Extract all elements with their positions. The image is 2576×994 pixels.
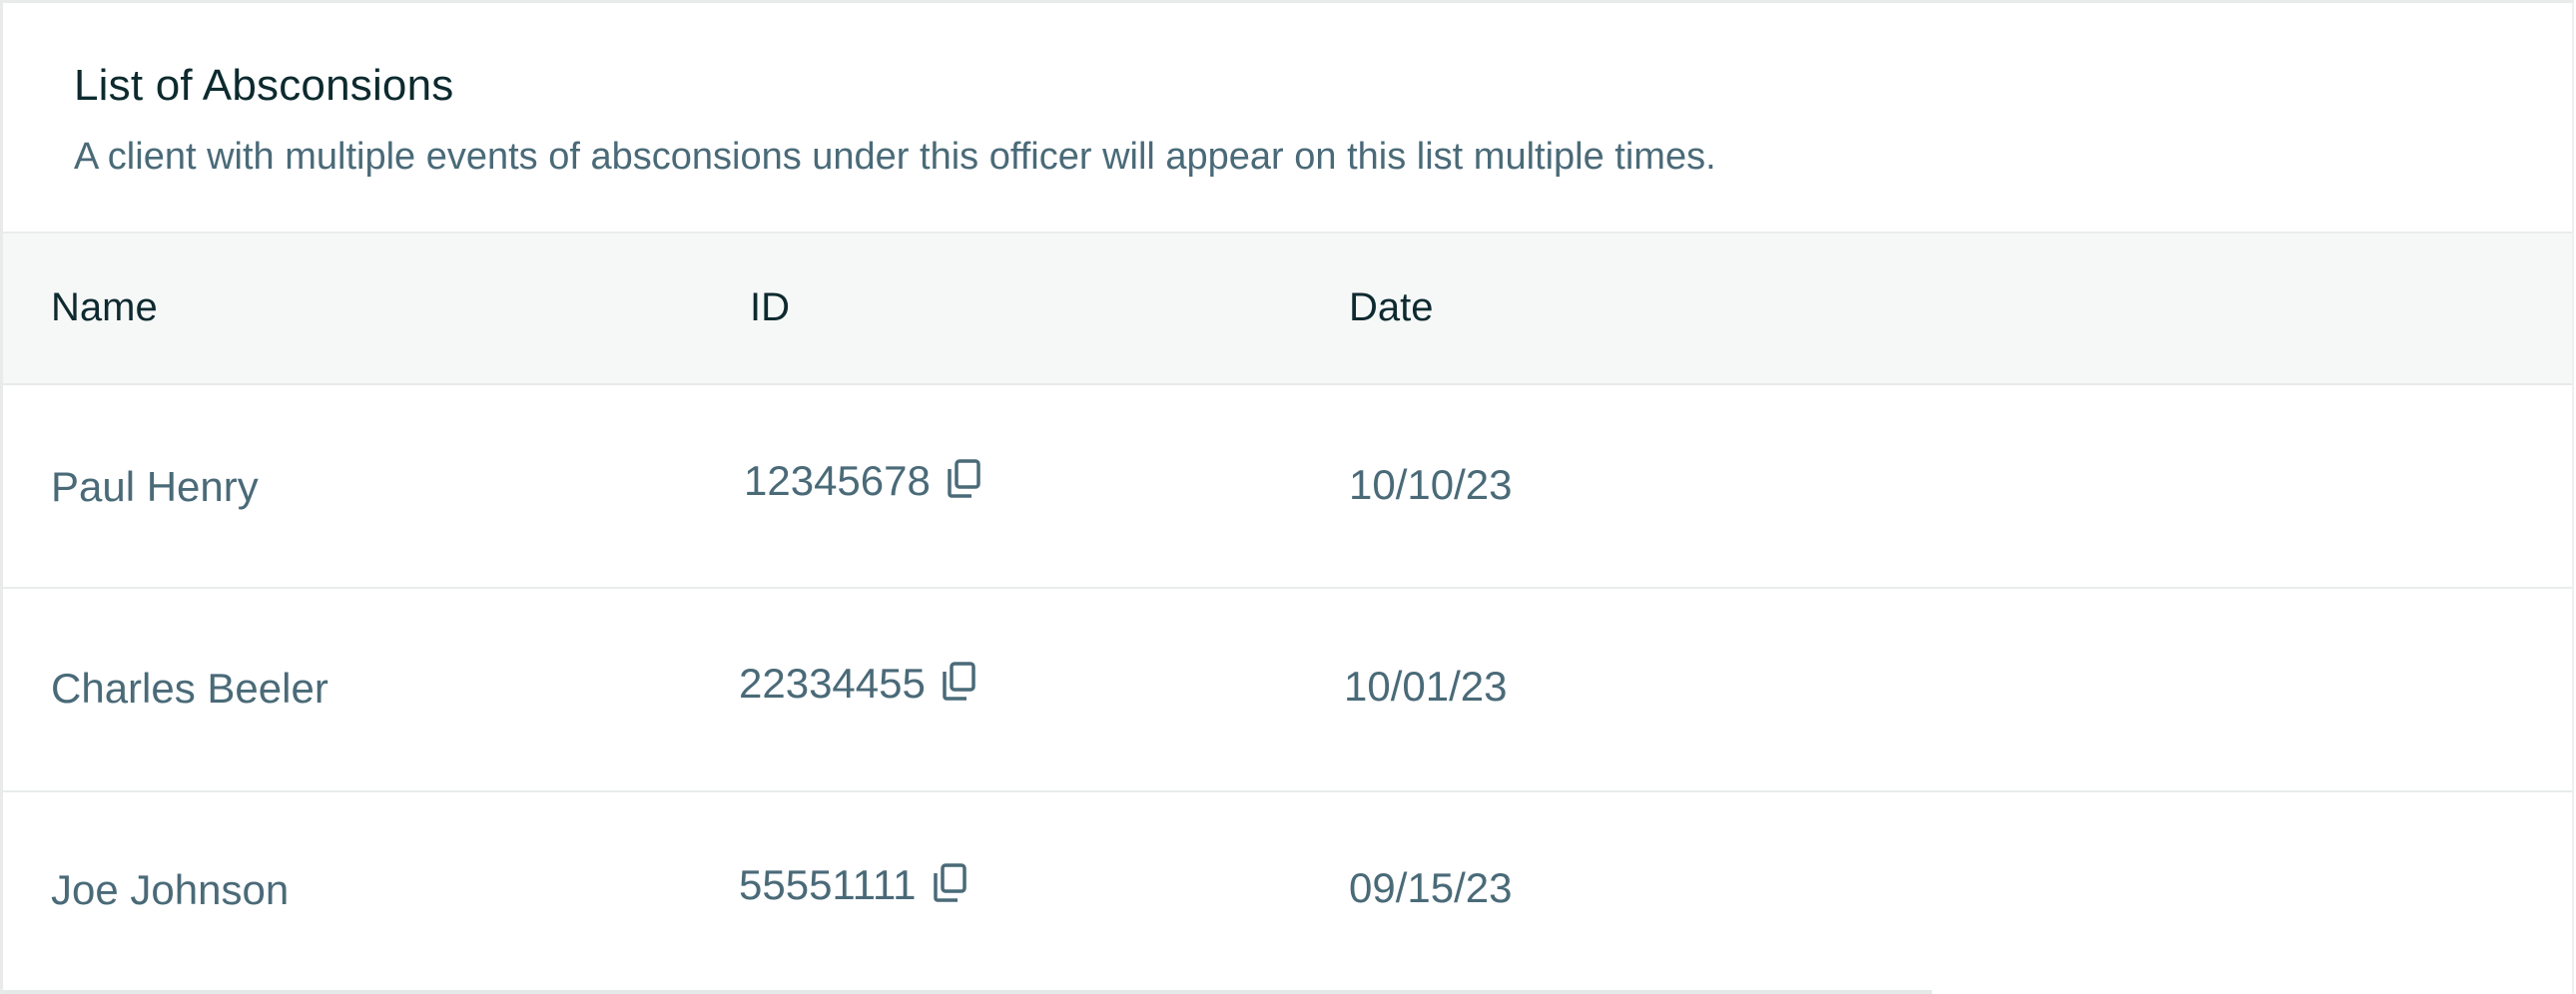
copy-icon[interactable] xyxy=(940,661,977,703)
absconsion-date: 10/10/23 xyxy=(1349,461,1513,508)
copy-icon[interactable] xyxy=(931,862,968,904)
table-row[interactable]: Paul Henry 12345678 10/10/23 xyxy=(3,385,2572,589)
page-subtitle: A client with multiple events of abscons… xyxy=(74,136,1716,178)
absconsions-panel: List of Absconsions A client with multip… xyxy=(0,0,2574,994)
table-row[interactable]: Joe Johnson 55551111 09/15/23 xyxy=(3,792,2572,990)
client-name[interactable]: Paul Henry xyxy=(51,463,259,511)
column-header-name[interactable]: Name xyxy=(51,285,158,330)
column-header-id[interactable]: ID xyxy=(750,285,790,330)
absconsion-date: 09/15/23 xyxy=(1349,864,1513,911)
client-id: 12345678 xyxy=(744,457,931,504)
client-id: 55551111 xyxy=(739,861,917,908)
panel-header: List of Absconsions A client with multip… xyxy=(3,3,2572,234)
copy-icon[interactable] xyxy=(945,458,982,500)
client-name[interactable]: Joe Johnson xyxy=(51,866,289,914)
client-id: 22334455 xyxy=(739,660,926,707)
client-id-cell: 22334455 xyxy=(739,660,977,708)
table-header: Name ID Date xyxy=(3,234,2572,385)
table-bottom-divider xyxy=(3,990,1932,994)
client-id-cell: 55551111 xyxy=(739,861,968,909)
absconsion-date: 10/01/23 xyxy=(1344,663,1508,710)
client-name[interactable]: Charles Beeler xyxy=(51,665,328,713)
table-row[interactable]: Charles Beeler 22334455 10/01/23 xyxy=(3,589,2572,792)
column-header-date[interactable]: Date xyxy=(1349,285,1434,330)
client-id-cell: 12345678 xyxy=(744,457,982,505)
page-title: List of Absconsions xyxy=(74,61,454,110)
